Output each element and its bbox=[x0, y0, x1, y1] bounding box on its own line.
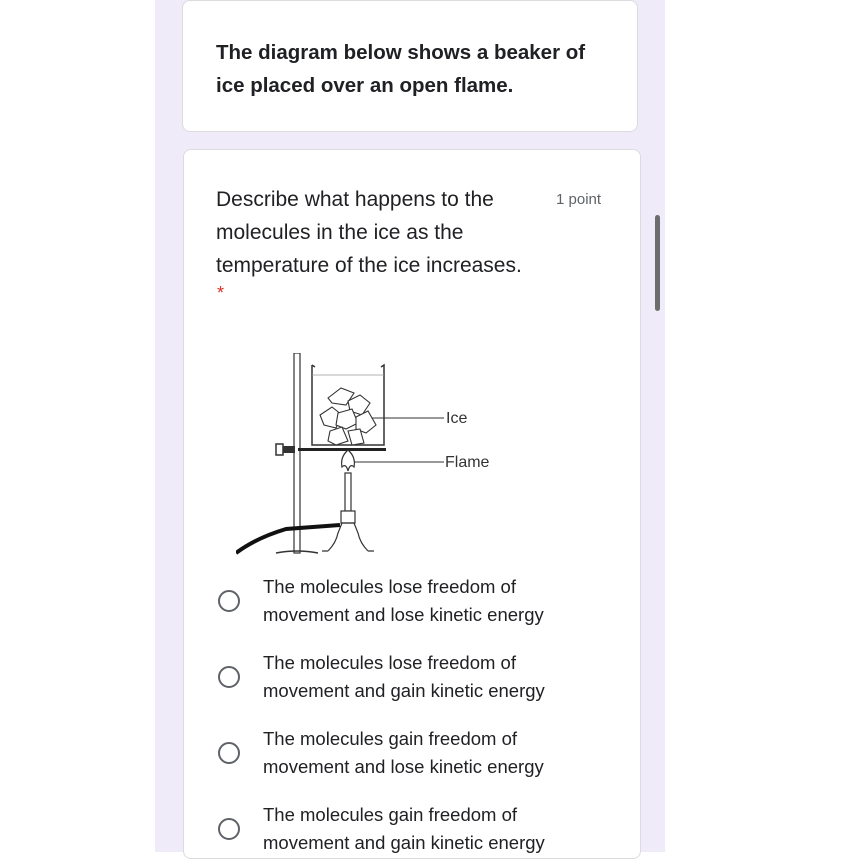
flame-label: Flame bbox=[445, 454, 490, 471]
points-label: 1 point bbox=[556, 191, 602, 208]
question-card: Describe what happens to the molecules i… bbox=[183, 149, 641, 859]
gas-tube bbox=[236, 523, 341, 555]
ice-cubes bbox=[319, 387, 377, 446]
option-label: The molecules lose freedom of movement a… bbox=[263, 576, 544, 625]
radio-button[interactable] bbox=[218, 666, 240, 688]
support-platform bbox=[298, 448, 386, 451]
option-label: The molecules gain freedom of movement a… bbox=[263, 804, 545, 853]
option-label: The molecules lose freedom of movement a… bbox=[263, 652, 545, 701]
option-4[interactable]: The molecules gain freedom of movement a… bbox=[218, 804, 598, 868]
description-card: The diagram below shows a beaker of ice … bbox=[182, 0, 638, 132]
ice-label: Ice bbox=[446, 410, 467, 427]
bunsen-burner bbox=[322, 472, 374, 552]
radio-button[interactable] bbox=[218, 742, 240, 764]
beaker-over-flame-diagram: Ice Flame bbox=[236, 353, 490, 555]
flame bbox=[341, 449, 355, 472]
description-text: The diagram below shows a beaker of ice … bbox=[216, 41, 586, 97]
option-3[interactable]: The molecules gain freedom of movement a… bbox=[218, 728, 598, 792]
option-2[interactable]: The molecules lose freedom of movement a… bbox=[218, 652, 598, 716]
question-title: Describe what happens to the molecules i… bbox=[216, 188, 522, 277]
scrollbar-thumb[interactable] bbox=[655, 215, 660, 311]
required-asterisk: * bbox=[217, 283, 225, 303]
option-1[interactable]: The molecules lose freedom of movement a… bbox=[218, 576, 598, 640]
radio-button[interactable] bbox=[218, 590, 240, 612]
clamp bbox=[275, 443, 295, 456]
option-label: The molecules gain freedom of movement a… bbox=[263, 728, 544, 777]
radio-button[interactable] bbox=[218, 818, 240, 840]
